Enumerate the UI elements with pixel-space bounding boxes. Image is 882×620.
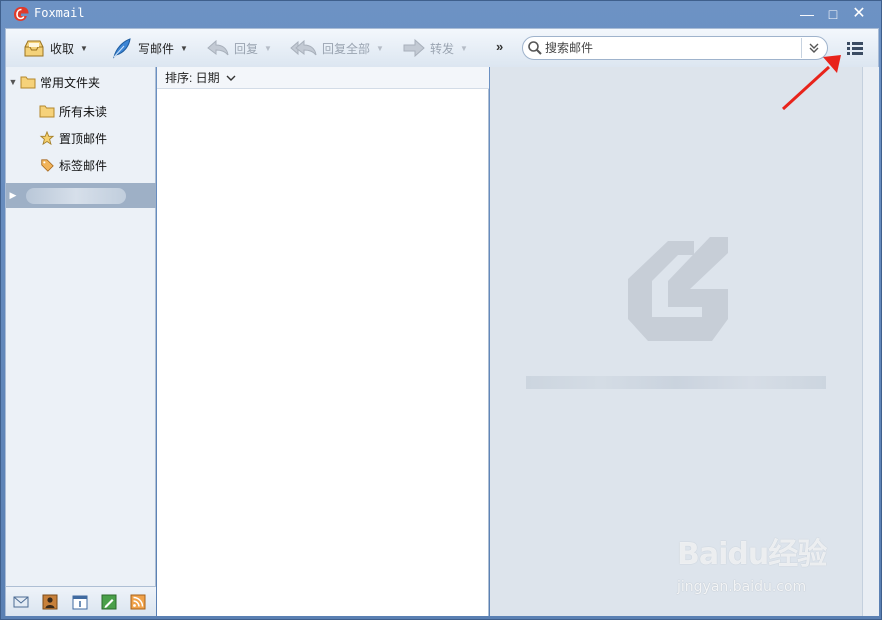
close-button[interactable]: ✕ bbox=[849, 5, 869, 23]
app-window: Foxmail — □ ✕ 收取 ▼ 写邮件 ▼ 回复 ▼ 回复全部 ▼ 转发 … bbox=[0, 0, 882, 620]
baidu-jingyan-watermark: Baidu经验 jingyan.baidu.com bbox=[677, 529, 877, 609]
star-icon bbox=[39, 131, 55, 145]
notes-icon[interactable] bbox=[101, 594, 117, 610]
loading-placeholder-bar bbox=[526, 376, 826, 389]
compose-label: 写邮件 bbox=[138, 41, 175, 56]
common-folders-label: 常用文件夹 bbox=[40, 75, 101, 90]
receive-button[interactable]: 收取 ▼ bbox=[22, 36, 88, 60]
account-name-redacted bbox=[26, 187, 126, 204]
module-switcher bbox=[6, 586, 156, 616]
sort-dropdown[interactable]: 排序: 日期 bbox=[157, 67, 489, 89]
minimize-button[interactable]: — bbox=[797, 5, 817, 23]
reply-button[interactable]: 回复 ▼ bbox=[206, 36, 272, 60]
annotation-arrow-icon bbox=[781, 55, 841, 111]
sidebar-item-label: 标签邮件 bbox=[59, 158, 108, 173]
title-bar[interactable]: Foxmail — □ ✕ bbox=[1, 1, 881, 27]
mail-list-pane[interactable]: 排序: 日期 bbox=[157, 67, 489, 616]
reply-arrow-icon bbox=[207, 39, 229, 56]
forward-button[interactable]: 转发 ▼ bbox=[402, 36, 468, 60]
main-menu-icon[interactable] bbox=[844, 38, 866, 58]
maximize-button[interactable]: □ bbox=[823, 5, 843, 23]
mail-icon[interactable] bbox=[13, 594, 29, 610]
main-toolbar: 收取 ▼ 写邮件 ▼ 回复 ▼ 回复全部 ▼ 转发 ▼ » 搜索邮件 bbox=[5, 28, 879, 67]
sidebar-item-label: 置顶邮件 bbox=[59, 131, 108, 146]
tag-icon bbox=[41, 159, 54, 172]
reply-all-label: 回复全部 bbox=[322, 41, 371, 56]
calendar-icon[interactable] bbox=[72, 594, 88, 610]
folder-icon bbox=[39, 105, 55, 118]
reply-label: 回复 bbox=[234, 41, 259, 56]
folder-icon bbox=[20, 76, 36, 89]
chevron-down-icon[interactable]: ▼ bbox=[264, 44, 272, 53]
sidebar-item-all-unread[interactable]: 所有未读 bbox=[6, 100, 156, 122]
expand-triangle-icon[interactable]: ▶ bbox=[6, 190, 20, 201]
receive-label: 收取 bbox=[50, 41, 75, 56]
sort-label: 排序: 日期 bbox=[165, 71, 220, 85]
window-title: Foxmail bbox=[34, 6, 85, 20]
chevron-down-icon[interactable]: ▼ bbox=[180, 44, 188, 53]
watermark-url: jingyan.baidu.com bbox=[677, 579, 807, 595]
chevron-down-icon[interactable]: ▼ bbox=[80, 44, 88, 53]
foxmail-watermark-logo-icon bbox=[628, 237, 728, 341]
expand-triangle-icon[interactable]: ▼ bbox=[6, 77, 20, 87]
sidebar-item-label: 所有未读 bbox=[59, 104, 108, 119]
watermark-brand: Baidu经验 bbox=[677, 537, 827, 572]
feather-pen-icon bbox=[113, 38, 131, 59]
sidebar-item-tagged[interactable]: 标签邮件 bbox=[6, 154, 156, 176]
rss-icon[interactable] bbox=[130, 594, 146, 610]
sidebar-item-pinned[interactable]: 置顶邮件 bbox=[6, 127, 156, 149]
search-input[interactable] bbox=[543, 38, 801, 58]
reply-all-arrow-icon bbox=[290, 39, 317, 56]
forward-arrow-icon bbox=[403, 38, 425, 58]
common-folders-group[interactable]: ▼ 常用文件夹 bbox=[6, 71, 156, 93]
reply-all-button[interactable]: 回复全部 ▼ bbox=[290, 36, 384, 60]
inbox-tray-icon bbox=[24, 40, 44, 57]
compose-button[interactable]: 写邮件 ▼ bbox=[110, 36, 188, 60]
chevron-down-icon bbox=[226, 75, 236, 81]
chevron-down-icon[interactable]: ▼ bbox=[376, 44, 384, 53]
search-icon bbox=[528, 41, 542, 55]
toolbar-overflow-button[interactable]: » bbox=[496, 39, 503, 54]
contacts-icon[interactable] bbox=[42, 594, 58, 610]
forward-label: 转发 bbox=[430, 41, 455, 56]
foxmail-logo-icon bbox=[14, 7, 29, 21]
chevron-down-icon[interactable]: ▼ bbox=[460, 44, 468, 53]
account-row[interactable]: ▶ bbox=[6, 183, 156, 208]
folder-sidebar: ▼ 常用文件夹 所有未读 置顶邮件 标签邮件 ▶ bbox=[5, 67, 156, 616]
